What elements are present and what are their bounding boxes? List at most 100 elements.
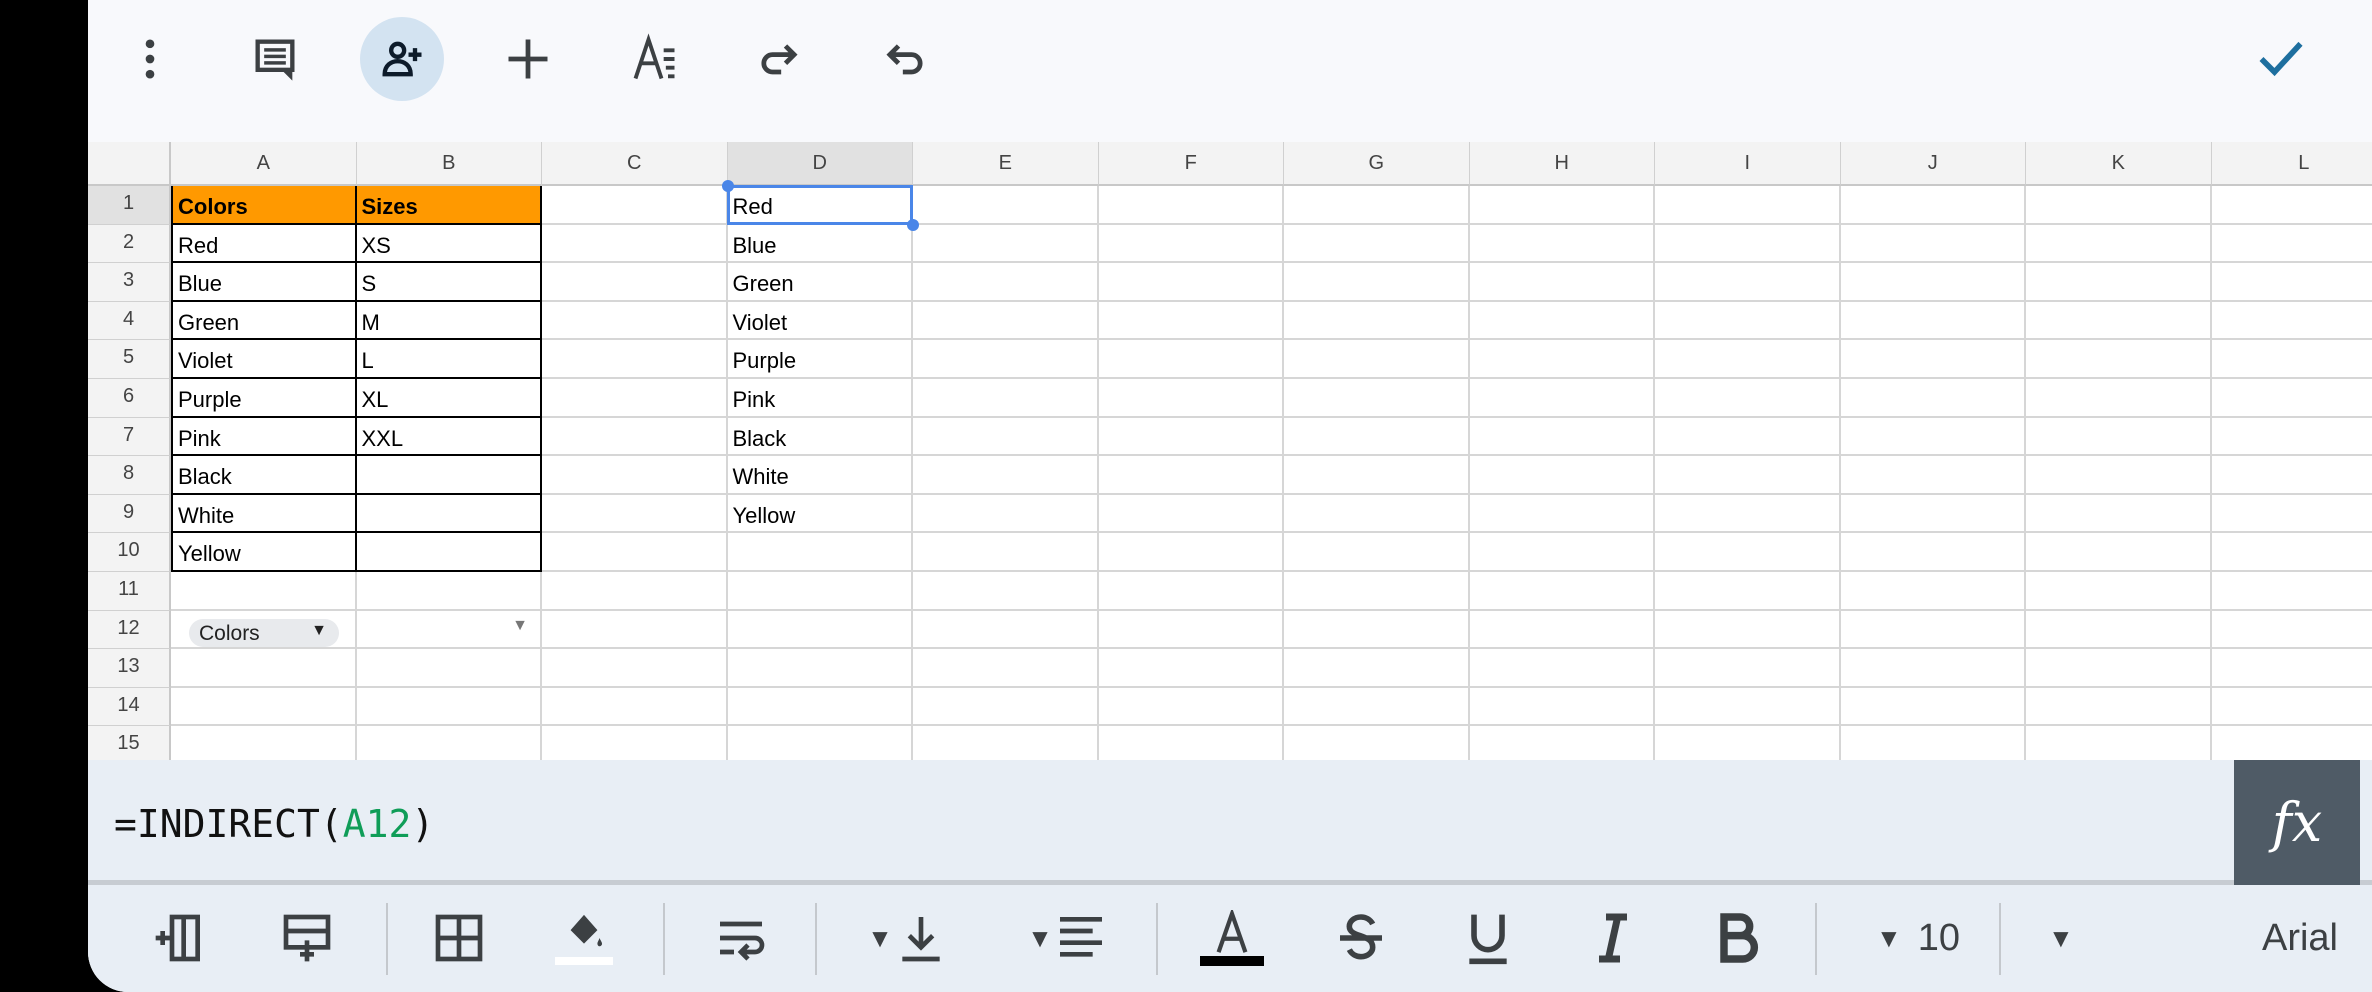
cell-i8[interactable] — [1655, 456, 1841, 495]
cell-b1[interactable]: Sizes — [356, 186, 542, 225]
column-header-e[interactable]: E — [913, 142, 1099, 186]
add-person-button[interactable] — [360, 17, 444, 101]
cell-d9[interactable]: Yellow — [727, 494, 913, 534]
cell-c6[interactable] — [542, 379, 728, 418]
column-header-c[interactable]: C — [542, 142, 728, 186]
cell-j5[interactable] — [1840, 340, 2026, 379]
cell-l11[interactable] — [2211, 572, 2372, 611]
cell-k8[interactable] — [2026, 456, 2212, 495]
cell-g10[interactable] — [1284, 533, 1470, 572]
cell-e7[interactable] — [913, 417, 1099, 457]
cell-b4[interactable]: M — [356, 301, 542, 341]
cell-d12[interactable] — [727, 610, 913, 650]
cell-j13[interactable] — [1840, 649, 2026, 688]
cell-k4[interactable] — [2026, 301, 2212, 341]
cell-l8[interactable] — [2211, 456, 2372, 495]
column-header-g[interactable]: G — [1284, 142, 1470, 186]
cell-l13[interactable] — [2211, 649, 2372, 688]
cell-k13[interactable] — [2026, 649, 2212, 688]
cell-l12[interactable] — [2211, 611, 2372, 650]
cell-c8[interactable] — [542, 456, 728, 495]
cell-g1[interactable] — [1284, 186, 1470, 225]
cell-f1[interactable] — [1098, 186, 1284, 225]
cell-b13[interactable] — [356, 649, 542, 688]
cell-g8[interactable] — [1284, 456, 1470, 495]
cell-j12[interactable] — [1840, 610, 2026, 650]
wrap-text-button[interactable] — [713, 907, 769, 969]
cell-a8[interactable]: Black — [171, 456, 357, 495]
cell-e1[interactable] — [913, 186, 1099, 225]
cell-e8[interactable] — [913, 456, 1099, 495]
cell-i13[interactable] — [1655, 649, 1841, 688]
cell-f9[interactable] — [1098, 494, 1284, 534]
cell-a2[interactable]: Red — [171, 224, 357, 264]
cell-l4[interactable] — [2211, 302, 2372, 341]
row-header-11[interactable]: 11 — [88, 572, 171, 611]
cell-b12[interactable]: ▼ — [356, 610, 542, 650]
cell-j8[interactable] — [1840, 456, 2026, 495]
cell-k3[interactable] — [2026, 263, 2212, 302]
cell-i6[interactable] — [1655, 379, 1841, 418]
cell-h10[interactable] — [1469, 533, 1655, 572]
cell-h11[interactable] — [1469, 572, 1655, 611]
cell-a1[interactable]: Colors — [171, 186, 357, 225]
cell-i3[interactable] — [1655, 263, 1841, 302]
row-header-4[interactable]: 4 — [88, 301, 171, 341]
cell-j1[interactable] — [1840, 186, 2026, 225]
cell-j3[interactable] — [1840, 263, 2026, 302]
cell-k1[interactable] — [2026, 186, 2212, 225]
cell-g3[interactable] — [1284, 263, 1470, 302]
cell-g2[interactable] — [1284, 224, 1470, 264]
cell-e3[interactable] — [913, 263, 1099, 302]
column-header-d[interactable]: D — [727, 142, 913, 186]
cell-l3[interactable] — [2211, 263, 2372, 302]
cell-j2[interactable] — [1840, 224, 2026, 264]
cell-h5[interactable] — [1469, 340, 1655, 379]
cell-h2[interactable] — [1469, 224, 1655, 264]
cell-a11[interactable] — [171, 572, 357, 611]
cell-k14[interactable] — [2026, 687, 2212, 727]
cell-l5[interactable] — [2211, 340, 2372, 379]
cell-d5[interactable]: Purple — [727, 340, 913, 379]
column-header-a[interactable]: A — [171, 142, 357, 186]
cell-f7[interactable] — [1098, 417, 1284, 457]
cell-c9[interactable] — [542, 494, 728, 534]
row-header-5[interactable]: 5 — [88, 340, 171, 379]
column-header-j[interactable]: J — [1840, 142, 2026, 186]
cell-c2[interactable] — [542, 224, 728, 264]
column-header-b[interactable]: B — [356, 142, 542, 186]
cell-e5[interactable] — [913, 340, 1099, 379]
cell-k9[interactable] — [2026, 494, 2212, 534]
horizontal-align-button[interactable]: ▼ — [1018, 907, 1118, 969]
dropdown-caret-icon[interactable]: ▼ — [512, 617, 528, 635]
formula-input[interactable]: =INDIRECT(A12) — [114, 802, 434, 846]
row-header-6[interactable]: 6 — [88, 379, 171, 418]
cell-b8[interactable] — [356, 456, 542, 495]
cell-j9[interactable] — [1840, 494, 2026, 534]
vertical-align-button[interactable]: ▼ — [858, 907, 958, 969]
cell-g14[interactable] — [1284, 687, 1470, 727]
cell-c3[interactable] — [542, 263, 728, 302]
cell-b7[interactable]: XXL — [356, 417, 542, 457]
cell-e14[interactable] — [913, 687, 1099, 727]
cell-j10[interactable] — [1840, 533, 2026, 572]
cell-h9[interactable] — [1469, 494, 1655, 534]
redo-button[interactable] — [737, 17, 821, 101]
cell-h14[interactable] — [1469, 687, 1655, 727]
select-all-corner[interactable] — [88, 142, 171, 186]
cell-l2[interactable] — [2211, 225, 2372, 264]
cell-d7[interactable]: Black — [727, 417, 913, 457]
cell-h13[interactable] — [1469, 649, 1655, 688]
cell-k2[interactable] — [2026, 224, 2212, 264]
cell-g4[interactable] — [1284, 301, 1470, 341]
cell-b2[interactable]: XS — [356, 224, 542, 264]
column-header-h[interactable]: H — [1469, 142, 1655, 186]
cell-j11[interactable] — [1840, 572, 2026, 611]
cell-h7[interactable] — [1469, 417, 1655, 457]
cell-k11[interactable] — [2026, 572, 2212, 611]
cell-f14[interactable] — [1098, 687, 1284, 727]
cell-g7[interactable] — [1284, 417, 1470, 457]
cell-k6[interactable] — [2026, 379, 2212, 418]
more-options-button[interactable] — [108, 17, 192, 101]
row-header-10[interactable]: 10 — [88, 533, 171, 572]
